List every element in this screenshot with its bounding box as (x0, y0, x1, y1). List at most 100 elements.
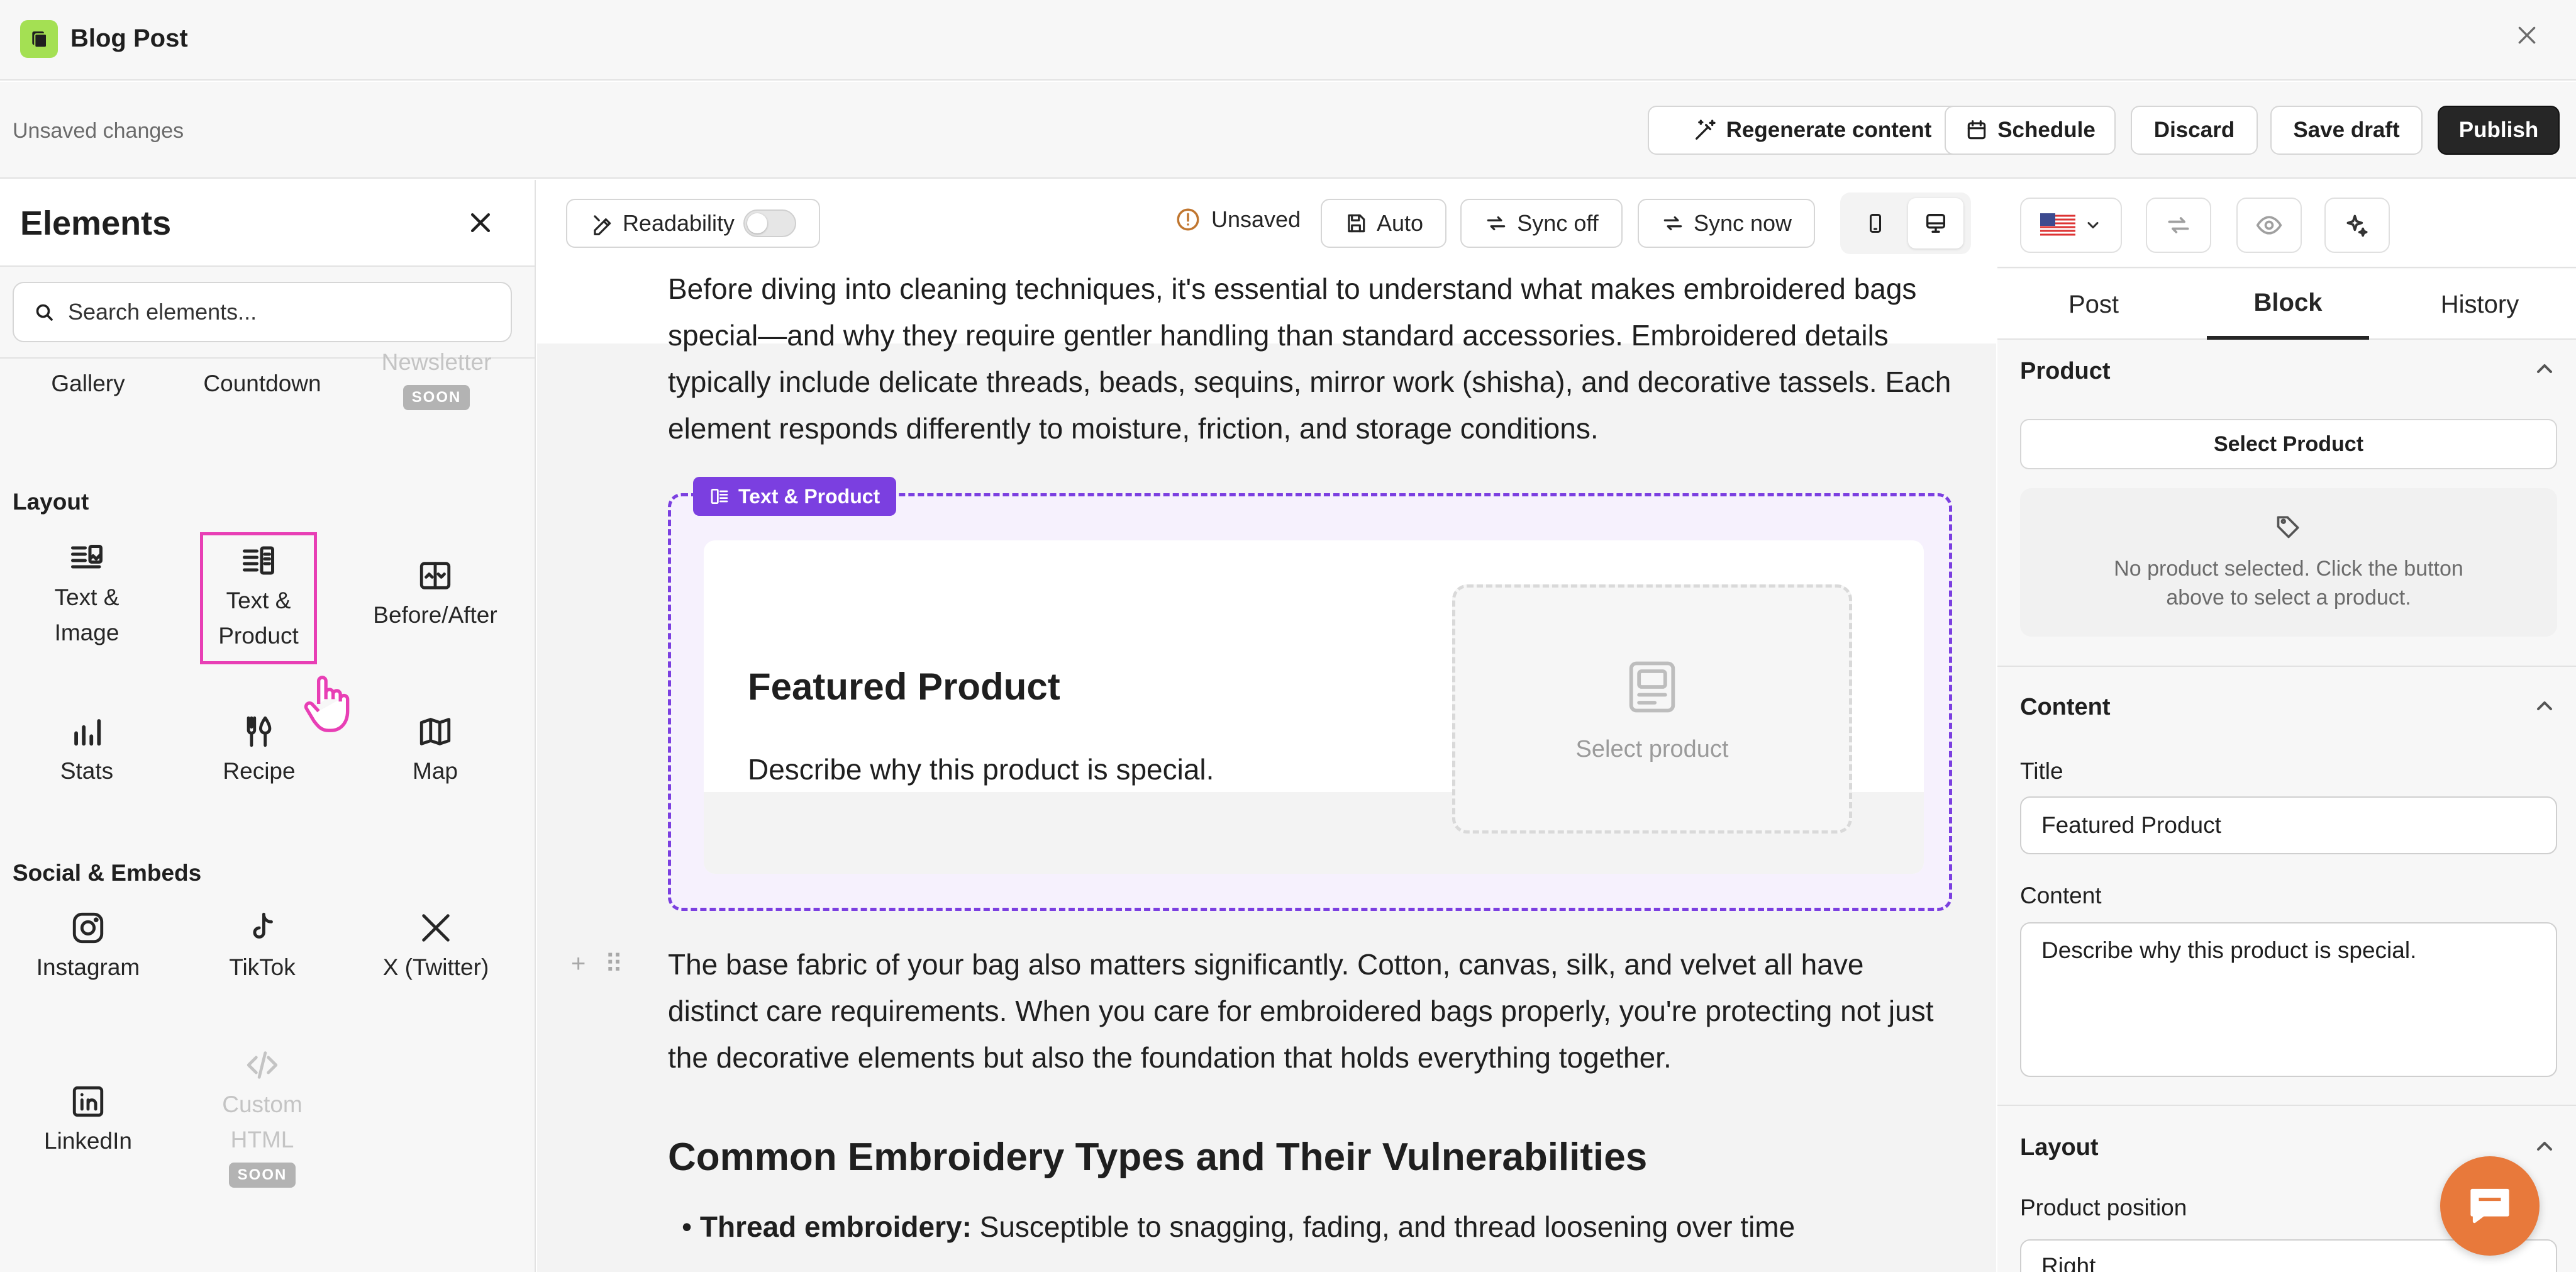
before-after-icon (417, 557, 453, 594)
element-stats[interactable]: Stats (26, 713, 147, 839)
element-text-image[interactable]: Text & Image (26, 538, 147, 664)
element-gallery[interactable]: Gallery (28, 366, 148, 429)
tab-history[interactable]: History (2384, 269, 2576, 340)
refresh-icon (1661, 211, 1685, 235)
stats-icon (69, 713, 105, 750)
tab-post[interactable]: Post (1997, 269, 2190, 340)
text-product-icon (709, 486, 730, 506)
list-item[interactable]: • Thread embroidery: Susceptible to snag… (682, 1207, 1795, 1247)
element-before-after[interactable]: Before/After (373, 557, 497, 683)
element-tiktok[interactable]: TikTok (203, 910, 322, 1035)
chat-button[interactable] (2440, 1156, 2540, 1256)
list-item-text: Susceptible to snagging, fading, and thr… (971, 1210, 1796, 1243)
select-product-button[interactable]: Select Product (2020, 419, 2557, 469)
paragraph-1[interactable]: Before diving into cleaning techniques, … (668, 265, 1957, 452)
unsaved-status: Unsaved (1175, 206, 1301, 233)
no-product-text: No product selected. Click the button ab… (2114, 557, 2463, 610)
title-input[interactable]: Featured Product (2020, 796, 2557, 854)
row-tools: + ⠿ (571, 950, 623, 979)
add-block-icon[interactable]: + (571, 950, 586, 979)
drag-handle-icon[interactable]: ⠿ (604, 950, 623, 979)
settings-panel: Post Block History Product Select Produc… (1997, 180, 2576, 1272)
calendar-icon (1965, 118, 1989, 142)
warning-circle-icon (1175, 206, 1201, 233)
action-bar: Unsaved changes Regenerate content Sched… (0, 82, 2576, 179)
layout-section-title[interactable]: Layout (2020, 1132, 2099, 1163)
soon-badge: SOON (402, 385, 470, 410)
element-instagram[interactable]: Instagram (28, 910, 148, 1035)
search-input[interactable] (68, 299, 508, 325)
save-draft-button[interactable]: Save draft (2270, 106, 2423, 155)
element-x-twitter-label: X (Twitter) (382, 954, 489, 980)
mobile-view-icon[interactable] (1848, 198, 1903, 248)
unsaved-label: Unsaved (1211, 206, 1301, 232)
layout-section-title: Layout (13, 489, 89, 515)
instagram-icon (70, 910, 106, 946)
text-image-icon (68, 538, 106, 576)
regenerate-content-button[interactable]: Regenerate content (1648, 106, 1976, 155)
sync-now-button[interactable]: Sync now (1638, 199, 1815, 248)
content-textarea[interactable]: Describe why this product is special. (2020, 922, 2557, 1077)
element-x-twitter[interactable]: X (Twitter) (371, 910, 501, 1035)
close-sidebar-icon[interactable] (463, 205, 498, 240)
title-bar: Blog Post (0, 0, 2576, 81)
block-type-tag: Text & Product (693, 477, 897, 516)
recipe-icon (241, 713, 277, 750)
readability-label: Readability (622, 210, 735, 236)
product-section-title[interactable]: Product (2020, 356, 2111, 386)
select-product-placeholder[interactable]: Select product (1452, 584, 1852, 834)
readability-toggle-button[interactable]: Readability (566, 199, 820, 248)
ai-sparkle-icon[interactable] (2324, 198, 2390, 253)
element-custom-html: Custom HTML SOON (203, 1047, 322, 1210)
sync-off-button[interactable]: Sync off (1460, 199, 1623, 248)
featured-product-title[interactable]: Featured Product (748, 664, 1060, 710)
element-map[interactable]: Map (374, 713, 497, 839)
desktop-view-icon[interactable] (1908, 198, 1963, 248)
tab-block[interactable]: Block (2207, 269, 2369, 340)
tiktok-icon (244, 910, 280, 946)
close-icon[interactable] (2511, 19, 2543, 52)
product-placeholder-icon (1621, 656, 1684, 718)
element-instagram-label: Instagram (36, 954, 140, 980)
sidebar-header: Elements (0, 180, 535, 267)
save-disk-icon (1344, 211, 1368, 235)
auto-save-button[interactable]: Auto (1321, 199, 1446, 248)
chevron-up-icon[interactable] (2532, 693, 2557, 718)
swap-icon[interactable] (2146, 198, 2211, 253)
element-countdown[interactable]: Countdown (203, 366, 322, 429)
publish-button[interactable]: Publish (2438, 106, 2560, 155)
chat-bubble-icon (2463, 1180, 2516, 1232)
discard-button[interactable]: Discard (2131, 106, 2258, 155)
chevron-up-icon[interactable] (2532, 1134, 2557, 1159)
device-view-switch (1840, 192, 1971, 254)
paragraph-2[interactable]: The base fabric of your bag also matters… (668, 941, 1957, 1081)
element-linkedin[interactable]: LinkedIn (28, 1083, 148, 1209)
preview-eye-icon[interactable] (2236, 198, 2302, 253)
content-section-title[interactable]: Content (2020, 692, 2111, 722)
element-text-product-label: Text & Product (218, 588, 299, 649)
chevron-up-icon[interactable] (2532, 356, 2557, 381)
featured-product-text[interactable]: Describe why this product is special. (748, 750, 1214, 788)
list-item-bold: Thread embroidery: (699, 1210, 972, 1243)
us-flag-icon (2040, 213, 2075, 237)
editor-toolbar: Readability Unsaved Auto Sync off Sync n… (537, 180, 1996, 258)
tag-icon (2275, 513, 2302, 540)
text-product-block[interactable]: Featured Product Describe why this produ… (668, 493, 1952, 911)
section-heading[interactable]: Common Embroidery Types and Their Vulner… (668, 1132, 1647, 1183)
element-tiktok-label: TikTok (229, 954, 296, 980)
search-elements-field[interactable] (13, 282, 512, 342)
readability-switch[interactable] (743, 209, 797, 237)
chevron-down-icon (2084, 216, 2102, 234)
panel-tabs: Post Block History (1997, 269, 2576, 340)
element-recipe-label: Recipe (223, 758, 296, 784)
regenerate-content-label: Regenerate content (1726, 118, 1932, 142)
language-selector[interactable] (2020, 198, 2122, 253)
element-linkedin-label: LinkedIn (44, 1128, 132, 1154)
schedule-button[interactable]: Schedule (1945, 106, 2116, 155)
select-product-label: Select product (1575, 735, 1729, 762)
magic-wand-icon (1692, 118, 1718, 143)
schedule-label: Schedule (1997, 118, 2096, 142)
element-countdown-label: Countdown (203, 371, 321, 396)
element-text-product[interactable]: Text & Product (200, 532, 317, 664)
panel-toolbar (1997, 180, 2576, 268)
